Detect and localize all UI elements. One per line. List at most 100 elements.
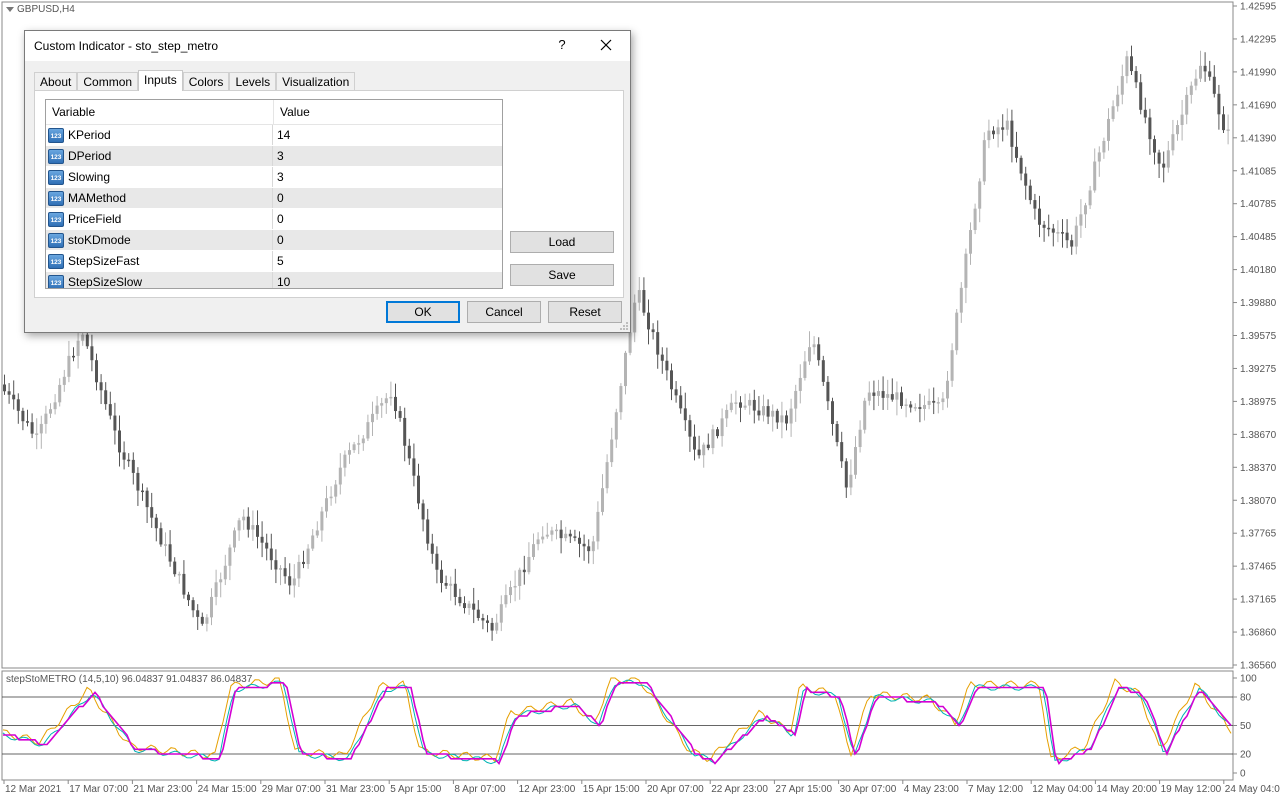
tab-visualization[interactable]: Visualization: [276, 72, 356, 91]
table-row[interactable]: 123 Slowing 3: [46, 167, 502, 188]
candle-body: [242, 516, 246, 521]
table-row[interactable]: 123 stoKDmode 0: [46, 230, 502, 251]
candle-body: [81, 334, 85, 341]
variable-value[interactable]: 0: [273, 209, 502, 229]
candle-body: [1033, 200, 1037, 209]
candle-body: [992, 130, 995, 135]
load-button[interactable]: Load: [510, 231, 614, 253]
candle-body: [789, 408, 793, 424]
table-row[interactable]: 123 KPeriod 14: [46, 125, 502, 146]
date-tick-label: 12 Apr 23:00: [519, 784, 576, 795]
table-row[interactable]: 123 DPeriod 3: [46, 146, 502, 167]
candle-body: [476, 609, 480, 618]
candle-body: [941, 398, 945, 403]
candle-body: [817, 344, 821, 361]
table-row[interactable]: 123 MAMethod 0: [46, 188, 502, 209]
candle-body: [1116, 94, 1120, 107]
date-tick-label: 19 May 12:00: [1161, 784, 1222, 795]
candle-body: [1065, 232, 1069, 241]
candle-body: [932, 400, 936, 403]
candle-body: [499, 604, 503, 623]
candle-body: [1120, 76, 1124, 95]
candle-body: [1074, 225, 1078, 247]
candle-body: [587, 546, 591, 552]
variable-value[interactable]: 3: [273, 167, 502, 187]
variable-name: DPeriod: [68, 149, 112, 163]
column-header-value[interactable]: Value: [274, 100, 502, 124]
candle-body: [1111, 106, 1115, 119]
tab-about[interactable]: About: [34, 72, 78, 91]
cancel-button[interactable]: Cancel: [467, 301, 541, 323]
candle-body: [1148, 117, 1152, 140]
table-row[interactable]: 123 StepSizeFast 5: [46, 251, 502, 272]
variable-value[interactable]: 0: [273, 188, 502, 208]
variable-value[interactable]: 5: [273, 251, 502, 271]
tab-inputs[interactable]: Inputs: [138, 70, 183, 91]
candle-body: [734, 402, 738, 404]
candle-body: [927, 400, 931, 405]
candle-body: [1171, 134, 1175, 151]
candle-body: [233, 530, 236, 548]
candle-body: [716, 429, 719, 437]
slow-stochastic-line: [2, 679, 1232, 765]
candle-body: [76, 340, 80, 356]
candle-body: [821, 360, 825, 382]
close-button[interactable]: [595, 35, 617, 55]
table-row[interactable]: 123 PriceField 0: [46, 209, 502, 230]
variable-value[interactable]: 0: [273, 230, 502, 250]
candle-body: [168, 544, 172, 562]
dialog-titlebar[interactable]: Custom Indicator - sto_step_metro ?: [25, 31, 630, 61]
candle-body: [283, 568, 287, 577]
integer-type-icon: 123: [48, 232, 64, 248]
candle-body: [1015, 146, 1018, 158]
candle-body: [1194, 78, 1198, 86]
candle-body: [775, 410, 779, 423]
candle-body: [136, 472, 140, 491]
candle-body: [1056, 232, 1060, 234]
candle-body: [591, 541, 595, 552]
tab-levels[interactable]: Levels: [229, 72, 277, 91]
candle-body: [131, 459, 135, 473]
candle-body: [955, 312, 959, 351]
tab-common[interactable]: Common: [77, 72, 139, 91]
candle-body: [840, 442, 844, 462]
candle-body: [522, 569, 526, 573]
candle-body: [113, 415, 117, 431]
reset-button[interactable]: Reset: [548, 301, 622, 323]
variable-value[interactable]: 10: [273, 272, 502, 288]
variable-name: StepSizeSlow: [68, 275, 143, 289]
candle-body: [426, 519, 430, 544]
variable-value[interactable]: 14: [273, 125, 502, 145]
table-row[interactable]: 123 StepSizeSlow 10: [46, 272, 502, 289]
candle-body: [320, 511, 324, 531]
candle-body: [881, 391, 885, 398]
help-button[interactable]: ?: [555, 35, 569, 55]
date-tick-label: 8 Apr 07:00: [454, 784, 506, 795]
candle-body: [835, 423, 839, 443]
candle-body: [913, 407, 917, 409]
candle-body: [85, 334, 89, 347]
candle-body: [334, 484, 338, 497]
candle-body: [274, 560, 278, 570]
integer-type-icon: 123: [48, 211, 64, 227]
grid-header: Variable Value: [46, 100, 502, 125]
variable-value[interactable]: 3: [273, 146, 502, 166]
candle-body: [371, 413, 374, 423]
save-button[interactable]: Save: [510, 264, 614, 286]
candle-body: [256, 525, 259, 537]
candle-body: [311, 535, 315, 549]
column-header-variable[interactable]: Variable: [46, 100, 274, 124]
resize-grip-icon[interactable]: [619, 321, 629, 331]
price-tick-label: 1.41990: [1240, 67, 1277, 78]
candle-body: [794, 390, 798, 409]
tab-colors[interactable]: Colors: [182, 72, 230, 91]
candle-body: [219, 579, 223, 583]
date-tick-label: 20 Apr 07:00: [647, 784, 704, 795]
candle-body: [748, 399, 752, 406]
candle-body: [706, 444, 710, 449]
candle-body: [315, 530, 319, 536]
ok-button[interactable]: OK: [386, 301, 460, 323]
candle-body: [582, 543, 586, 547]
candle-body: [1130, 56, 1133, 72]
candle-body: [973, 208, 977, 231]
